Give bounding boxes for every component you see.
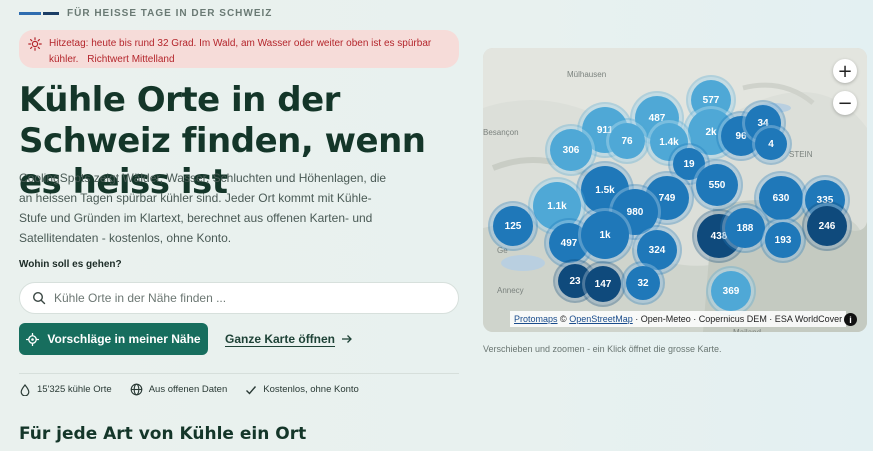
open-full-map-link[interactable]: Ganze Karte öffnen — [225, 332, 353, 346]
divider — [19, 373, 459, 374]
attribution-copyright: © — [560, 314, 567, 324]
feature-item: Aus offenen Daten — [130, 383, 228, 396]
map-cluster[interactable]: 147 — [585, 266, 621, 302]
eyebrow-bar — [19, 12, 59, 15]
map-cluster[interactable]: 4 — [755, 128, 787, 160]
feature-list: 15'325 kühle Orte Aus offenen Daten Kost… — [19, 383, 359, 396]
map-attribution: Protomaps © OpenStreetMap · Open-Meteo ·… — [510, 311, 847, 327]
search-box[interactable] — [19, 282, 459, 314]
map-cluster[interactable]: 125 — [493, 206, 533, 246]
map-cluster[interactable]: 1k — [581, 211, 629, 259]
feature-label: Kostenlos, ohne Konto — [263, 384, 359, 395]
arrow-right-icon — [342, 335, 352, 343]
locate-icon — [26, 332, 40, 346]
map-cluster[interactable]: 306 — [550, 129, 592, 171]
protomaps-link[interactable]: Protomaps — [514, 314, 558, 324]
section-title: Für jede Art von Kühle ein Ort — [19, 424, 307, 444]
droplet-icon — [20, 383, 30, 396]
map-place-label: Besançon — [483, 128, 519, 137]
map-cluster[interactable]: 630 — [759, 176, 803, 220]
map-place-label: Annecy — [497, 286, 524, 295]
map-place-label: Mailand — [733, 328, 761, 332]
search-input[interactable] — [54, 291, 434, 305]
zoom-out-button[interactable]: − — [833, 91, 857, 115]
feature-item: 15'325 kühle Orte — [19, 383, 112, 396]
nearby-suggestions-button[interactable]: Vorschläge in meiner Nähe — [19, 323, 208, 355]
map-place-label: Ge — [497, 246, 508, 255]
openstreetmap-link[interactable]: OpenStreetMap — [569, 314, 633, 324]
zoom-in-button[interactable]: + — [833, 59, 857, 83]
globe-icon — [130, 383, 143, 396]
eyebrow-text: FÜR HEISSE TAGE IN DER SCHWEIZ — [67, 8, 273, 19]
info-icon[interactable]: i — [844, 313, 857, 326]
map-preview[interactable]: MülhausenBesançonSTEINGeAnnecyMailand 57… — [483, 48, 867, 332]
check-icon — [246, 385, 257, 395]
heat-alert: Hitzetag: heute bis rund 32 Grad. Im Wal… — [19, 30, 459, 68]
map-cluster[interactable]: 324 — [637, 230, 677, 270]
eyebrow: FÜR HEISSE TAGE IN DER SCHWEIZ — [19, 8, 272, 19]
attribution-rest: · Open-Meteo · Copernicus DEM · ESA Worl… — [635, 314, 843, 324]
map-cluster[interactable]: 246 — [807, 206, 847, 246]
open-full-map-label: Ganze Karte öffnen — [225, 332, 336, 346]
alert-note: Richtwert Mittelland — [87, 54, 175, 65]
map-cluster[interactable]: 550 — [696, 164, 738, 206]
sun-icon — [28, 37, 42, 51]
search-label: Wohin soll es gehen? — [19, 259, 122, 270]
lead-text: CoolingSpots zeigt Wälder, Wasser, Schlu… — [19, 171, 387, 245]
feature-label: 15'325 kühle Orte — [37, 384, 112, 395]
map-cluster[interactable]: 76 — [609, 123, 645, 159]
map-cluster[interactable]: 188 — [725, 208, 765, 248]
map-place-label: Mülhausen — [567, 70, 607, 79]
map-cluster[interactable]: 32 — [626, 266, 660, 300]
feature-item: Kostenlos, ohne Konto — [245, 384, 359, 396]
map-caption: Verschieben und zoomen - ein Klick öffne… — [483, 344, 722, 354]
nearby-suggestions-label: Vorschläge in meiner Nähe — [47, 332, 201, 346]
feature-label: Aus offenen Daten — [148, 384, 228, 395]
search-icon — [32, 291, 46, 305]
map-cluster[interactable]: 193 — [765, 222, 801, 258]
map-cluster[interactable]: 369 — [711, 271, 751, 311]
map-place-label: STEIN — [789, 150, 813, 159]
